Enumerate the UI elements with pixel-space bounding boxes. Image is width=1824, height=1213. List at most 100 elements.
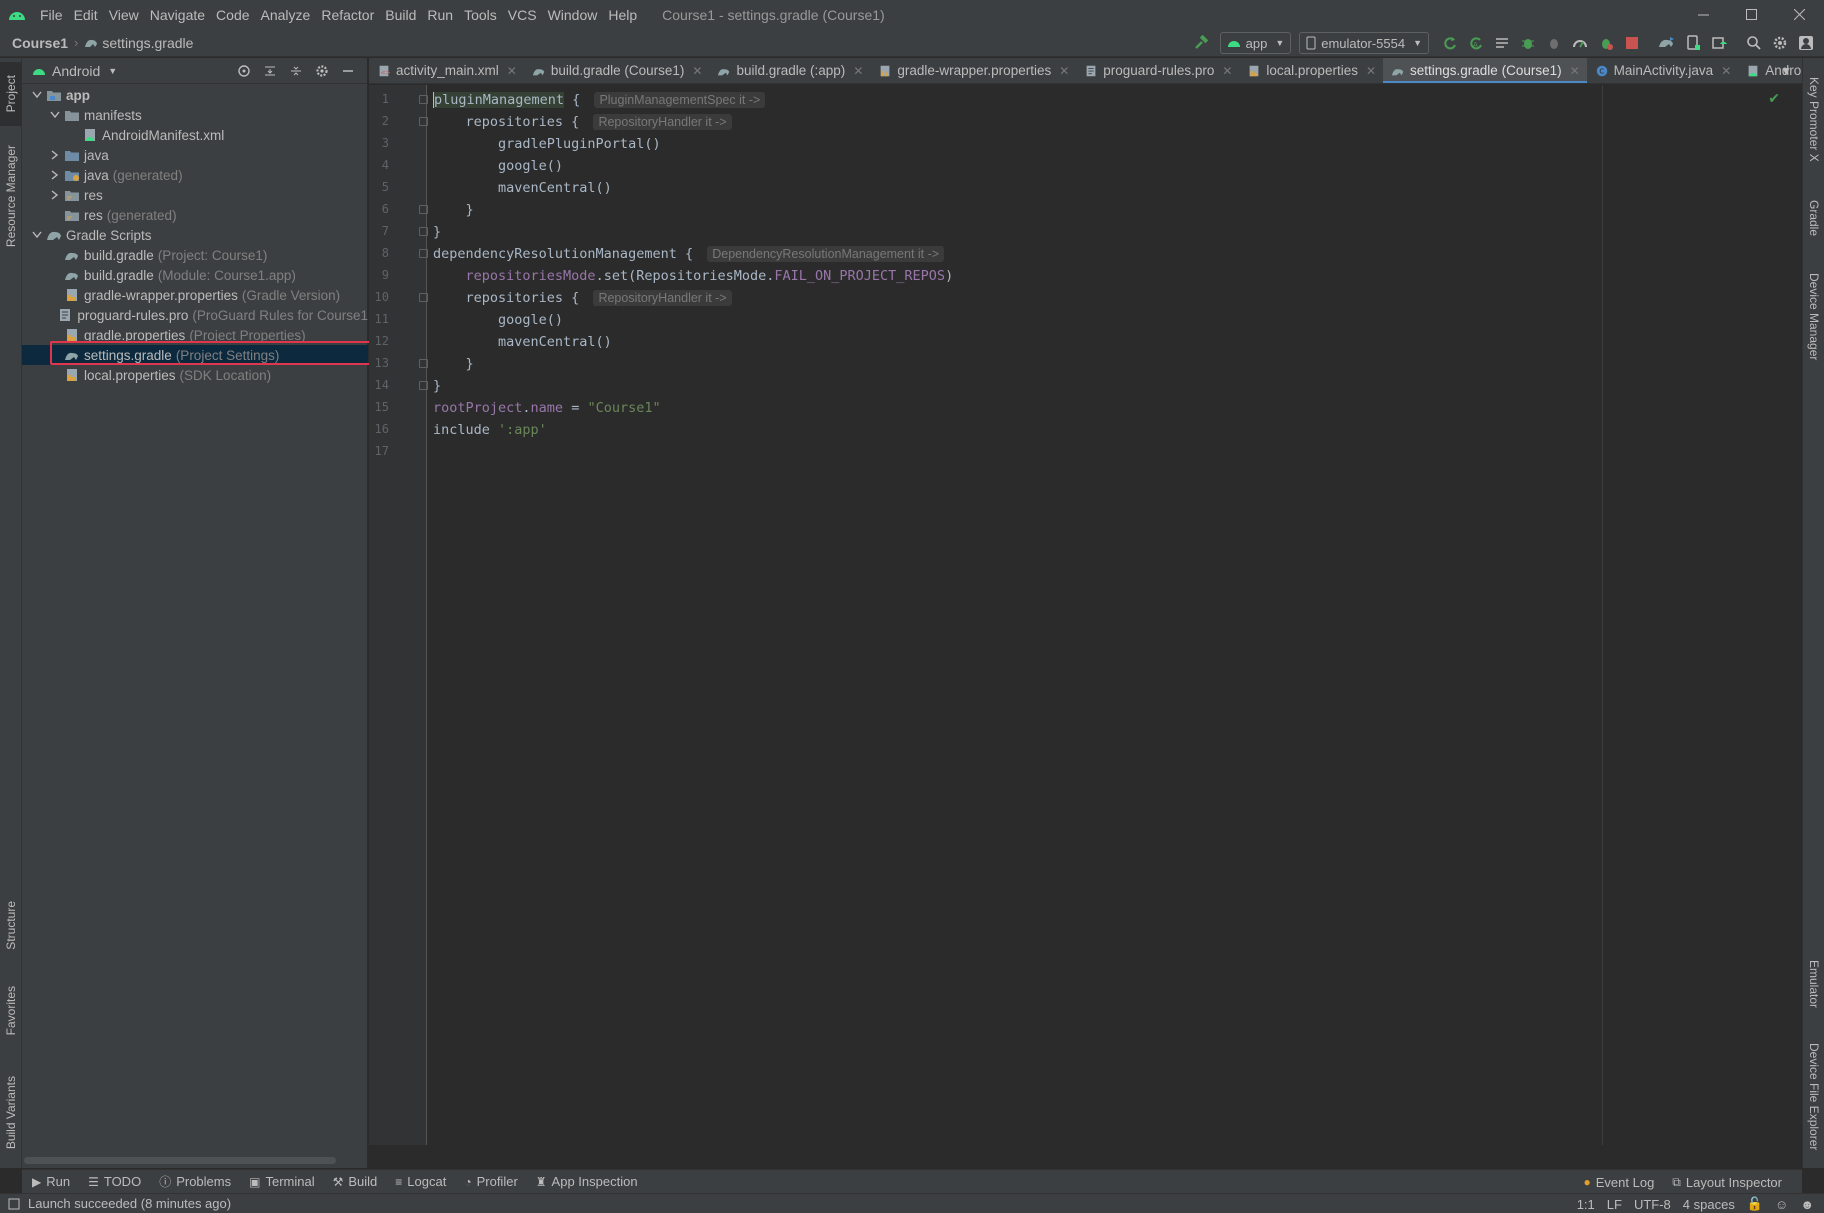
structure-tool-tab[interactable]: Structure	[0, 890, 22, 960]
code-line[interactable]: repositoriesMode.set(RepositoriesMode.FA…	[433, 265, 954, 287]
tree-item[interactable]: Gradle Scripts	[22, 225, 368, 245]
sync-gradle-button[interactable]	[1655, 31, 1679, 55]
code-line[interactable]: }	[433, 353, 474, 375]
profiler-tool-button[interactable]: ◔ Profiler	[464, 1174, 517, 1189]
make-project-button[interactable]	[1189, 31, 1213, 55]
favorites-tool-tab[interactable]: Favorites	[0, 976, 22, 1046]
chevron-down-icon[interactable]	[30, 91, 44, 99]
code-line[interactable]: gradlePluginPortal()	[433, 133, 661, 155]
code-line[interactable]: google()	[433, 155, 563, 177]
editor-tab[interactable]: build.gradle (Course1) ✕	[524, 58, 710, 83]
menu-file[interactable]: File	[40, 7, 63, 23]
run-config-select[interactable]: app ▼	[1219, 32, 1292, 54]
select-opened-file-button[interactable]	[231, 61, 257, 81]
logcat-toolbar-button[interactable]	[1490, 31, 1514, 55]
tree-item[interactable]: build.gradle (Project: Course1)	[22, 245, 368, 265]
collapse-all-button[interactable]	[283, 61, 309, 81]
attach-debugger-button[interactable]	[1542, 31, 1566, 55]
tree-item[interactable]: res (generated)	[22, 205, 368, 225]
debug-button[interactable]	[1516, 31, 1540, 55]
editor-tab[interactable]: C MainActivity.java ✕	[1587, 58, 1739, 83]
profile-button[interactable]	[1568, 31, 1592, 55]
menu-window[interactable]: Window	[548, 7, 598, 23]
breadcrumb-project[interactable]: Course1	[12, 35, 68, 51]
caret-position[interactable]: 1:1	[1577, 1197, 1595, 1212]
chevron-right-icon[interactable]	[48, 170, 62, 180]
terminal-tool-button[interactable]: ▣ Terminal	[249, 1174, 314, 1189]
close-icon[interactable]: ✕	[507, 64, 517, 78]
panel-options-button[interactable]	[309, 61, 335, 81]
tree-item[interactable]: settings.gradle (Project Settings)	[22, 345, 368, 365]
menu-edit[interactable]: Edit	[74, 7, 98, 23]
chevron-down-icon[interactable]	[48, 111, 62, 119]
code-editor[interactable]: 1 2 3 4 5 6 7 8 9 10 11 12 13 14 15 16 17 pluginManageme…	[369, 85, 1802, 1145]
app-inspection-tool-button[interactable]: ♜ App Inspection	[536, 1174, 638, 1189]
device-manager-button[interactable]	[1681, 31, 1705, 55]
code-line[interactable]: include ':app'	[433, 419, 547, 441]
build-tool-button[interactable]: ⚒ Build	[333, 1174, 378, 1189]
code-line[interactable]: mavenCentral()	[433, 331, 612, 353]
fold-marker-icon[interactable]	[419, 249, 428, 258]
file-encoding[interactable]: UTF-8	[1634, 1197, 1671, 1212]
fold-marker-icon[interactable]	[419, 205, 428, 214]
menu-vcs[interactable]: VCS	[508, 7, 537, 23]
editor-tab[interactable]: proguard-rules.pro ✕	[1076, 58, 1239, 83]
editor-tab[interactable]: gradle-wrapper.properties ✕	[870, 58, 1076, 83]
project-tree-horizontal-scrollbar[interactable]	[24, 1157, 336, 1164]
chevron-down-icon[interactable]: ▼	[1780, 64, 1792, 78]
breadcrumb-file[interactable]: settings.gradle	[102, 35, 193, 51]
code-line[interactable]: }	[433, 199, 474, 221]
chevron-right-icon[interactable]	[48, 150, 62, 160]
menu-build[interactable]: Build	[385, 7, 416, 23]
chevron-right-icon[interactable]	[48, 190, 62, 200]
tree-item[interactable]: manifests	[22, 105, 368, 125]
code-line[interactable]: pluginManagement { PluginManagementSpec …	[433, 89, 766, 111]
code-line[interactable]: repositories { RepositoryHandler it ->	[433, 111, 732, 133]
status-message[interactable]: Launch succeeded (8 minutes ago)	[28, 1196, 231, 1211]
menu-refactor[interactable]: Refactor	[321, 7, 374, 23]
project-tool-tab[interactable]: Project	[0, 62, 22, 126]
stop-button[interactable]	[1620, 31, 1644, 55]
device-select[interactable]: emulator-5554 ▼	[1299, 32, 1429, 54]
close-icon[interactable]: ✕	[853, 64, 863, 78]
build-variants-tool-tab[interactable]: Build Variants	[0, 1064, 22, 1162]
lock-icon[interactable]: 🔓	[1747, 1196, 1763, 1212]
event-log-tool-button[interactable]: ● Event Log	[1584, 1175, 1655, 1190]
minimize-button[interactable]	[1680, 0, 1726, 29]
search-everywhere-button[interactable]	[1742, 31, 1766, 55]
code-line[interactable]: dependencyResolutionManagement { Depende…	[433, 243, 945, 265]
tree-item[interactable]: java (generated)	[22, 165, 368, 185]
close-icon[interactable]: ✕	[1366, 64, 1376, 78]
key-promoter-tool-tab[interactable]: Key Promoter X	[1803, 64, 1824, 174]
tree-item[interactable]: gradle-wrapper.properties (Gradle Version…	[22, 285, 368, 305]
close-icon[interactable]: ✕	[1570, 64, 1580, 78]
logcat-tool-button[interactable]: ≡ Logcat	[395, 1174, 446, 1189]
fold-marker-icon[interactable]	[419, 227, 428, 236]
code-line[interactable]: repositories { RepositoryHandler it ->	[433, 287, 732, 309]
maximize-button[interactable]	[1728, 0, 1774, 29]
menu-code[interactable]: Code	[216, 7, 249, 23]
toggle-tool-windows-icon[interactable]	[8, 1198, 20, 1210]
editor-tab[interactable]: <> activity_main.xml ✕	[369, 58, 524, 83]
line-separator[interactable]: LF	[1607, 1197, 1622, 1212]
emulator-tool-tab[interactable]: Emulator	[1803, 948, 1824, 1020]
apply-changes-button[interactable]	[1438, 31, 1462, 55]
editor-tab[interactable]: Androi	[1738, 58, 1802, 83]
tree-item[interactable]: gradle.properties (Project Properties)	[22, 325, 368, 345]
fold-marker-icon[interactable]	[419, 359, 428, 368]
close-icon[interactable]: ✕	[1059, 64, 1069, 78]
close-icon[interactable]: ✕	[692, 64, 702, 78]
menu-view[interactable]: View	[109, 7, 139, 23]
fold-marker-icon[interactable]	[419, 293, 428, 302]
fold-marker-icon[interactable]	[419, 95, 428, 104]
device-file-explorer-tool-tab[interactable]: Device File Explorer	[1803, 1034, 1824, 1160]
code-line[interactable]: rootProject.name = "Course1"	[433, 397, 661, 419]
sdk-manager-button[interactable]	[1707, 31, 1731, 55]
smiley-icon[interactable]: ☺	[1775, 1197, 1788, 1212]
editor-tab[interactable]: local.properties ✕	[1239, 58, 1383, 83]
close-icon[interactable]: ✕	[1721, 64, 1731, 78]
tree-item[interactable]: proguard-rules.pro (ProGuard Rules for Co…	[22, 305, 368, 325]
run-tool-button[interactable]: ▶ Run	[32, 1174, 70, 1189]
menu-help[interactable]: Help	[608, 7, 637, 23]
chevron-down-icon[interactable]: ▼	[108, 66, 117, 76]
